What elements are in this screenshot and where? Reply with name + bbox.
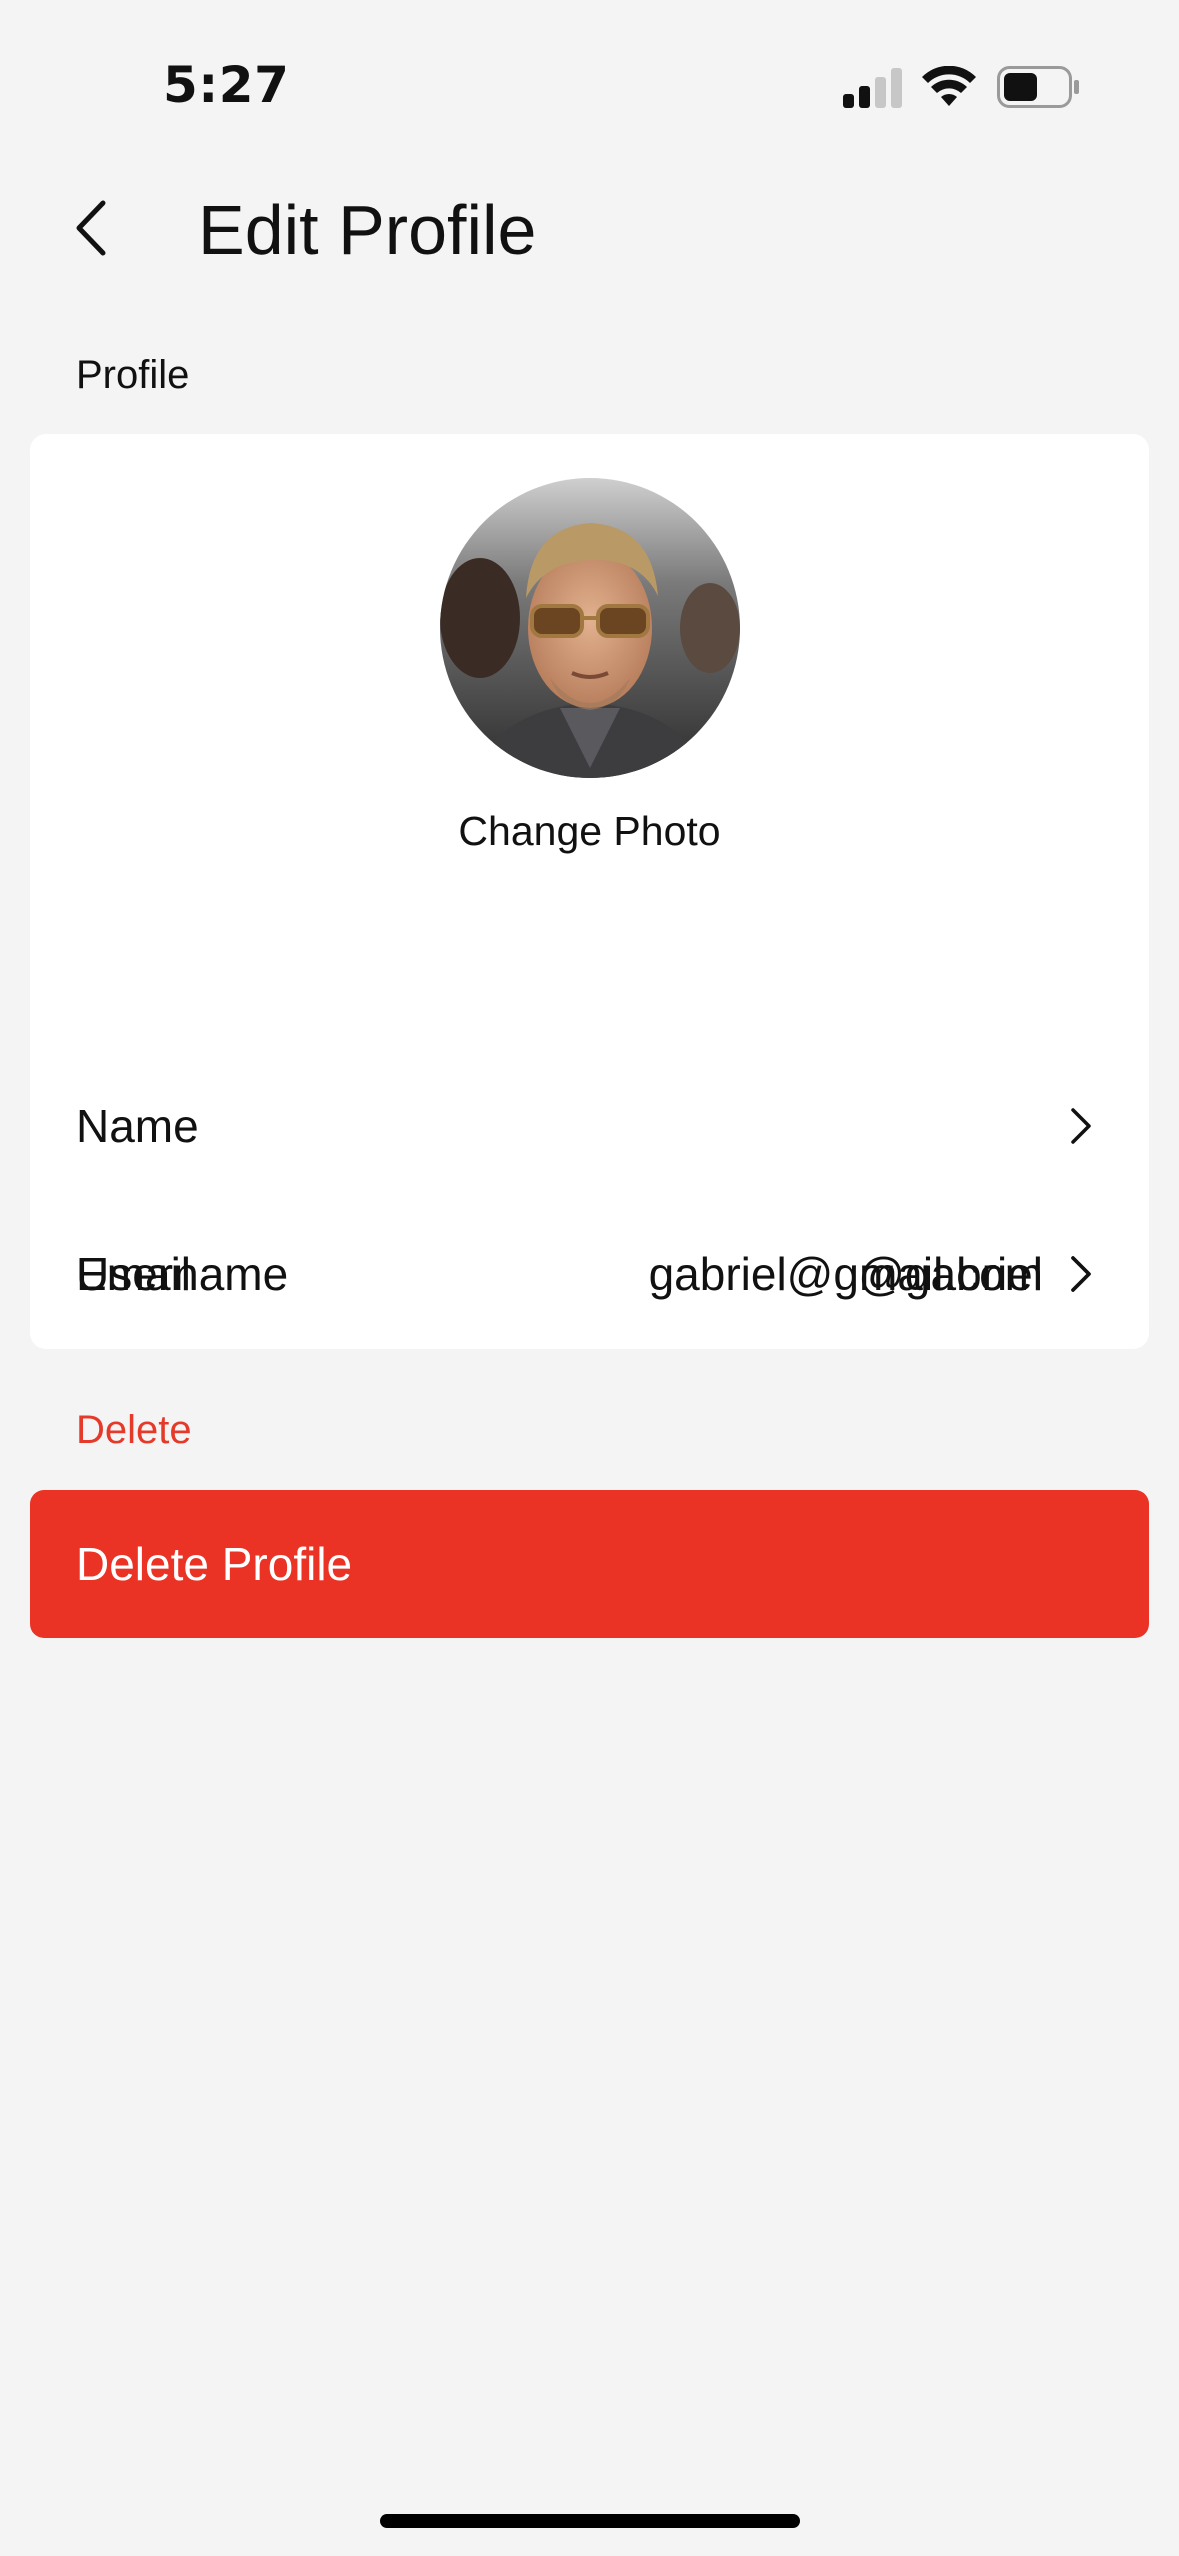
delete-section-label: Delete <box>76 1408 192 1452</box>
status-bar: 5:27 <box>0 0 1179 160</box>
name-label: Name <box>76 1100 199 1152</box>
home-indicator[interactable] <box>380 2514 800 2528</box>
navigation-bar: Edit Profile <box>0 170 1179 290</box>
profile-photo <box>440 478 740 778</box>
email-value: gabriel@gmail.com <box>648 1248 1043 1300</box>
cellular-signal-icon <box>843 68 905 113</box>
back-button[interactable] <box>50 190 130 270</box>
wifi-icon <box>921 65 977 111</box>
page-title: Edit Profile <box>198 191 537 269</box>
chevron-left-icon <box>73 199 107 262</box>
chevron-right-icon <box>1069 1254 1093 1294</box>
delete-profile-button[interactable]: Delete Profile <box>30 1490 1149 1638</box>
chevron-right-icon <box>1069 1106 1093 1146</box>
profile-section-label: Profile <box>76 353 190 397</box>
avatar[interactable] <box>440 478 740 778</box>
email-row[interactable]: Email gabriel@gmail.com <box>30 1200 1149 1348</box>
email-label: Email <box>76 1248 192 1300</box>
status-time: 5:27 <box>163 56 290 114</box>
delete-profile-label: Delete Profile <box>76 1538 353 1590</box>
battery-icon <box>997 66 1079 113</box>
name-row[interactable]: Name <box>30 1052 1149 1200</box>
change-photo-button[interactable]: Change Photo <box>30 808 1149 855</box>
